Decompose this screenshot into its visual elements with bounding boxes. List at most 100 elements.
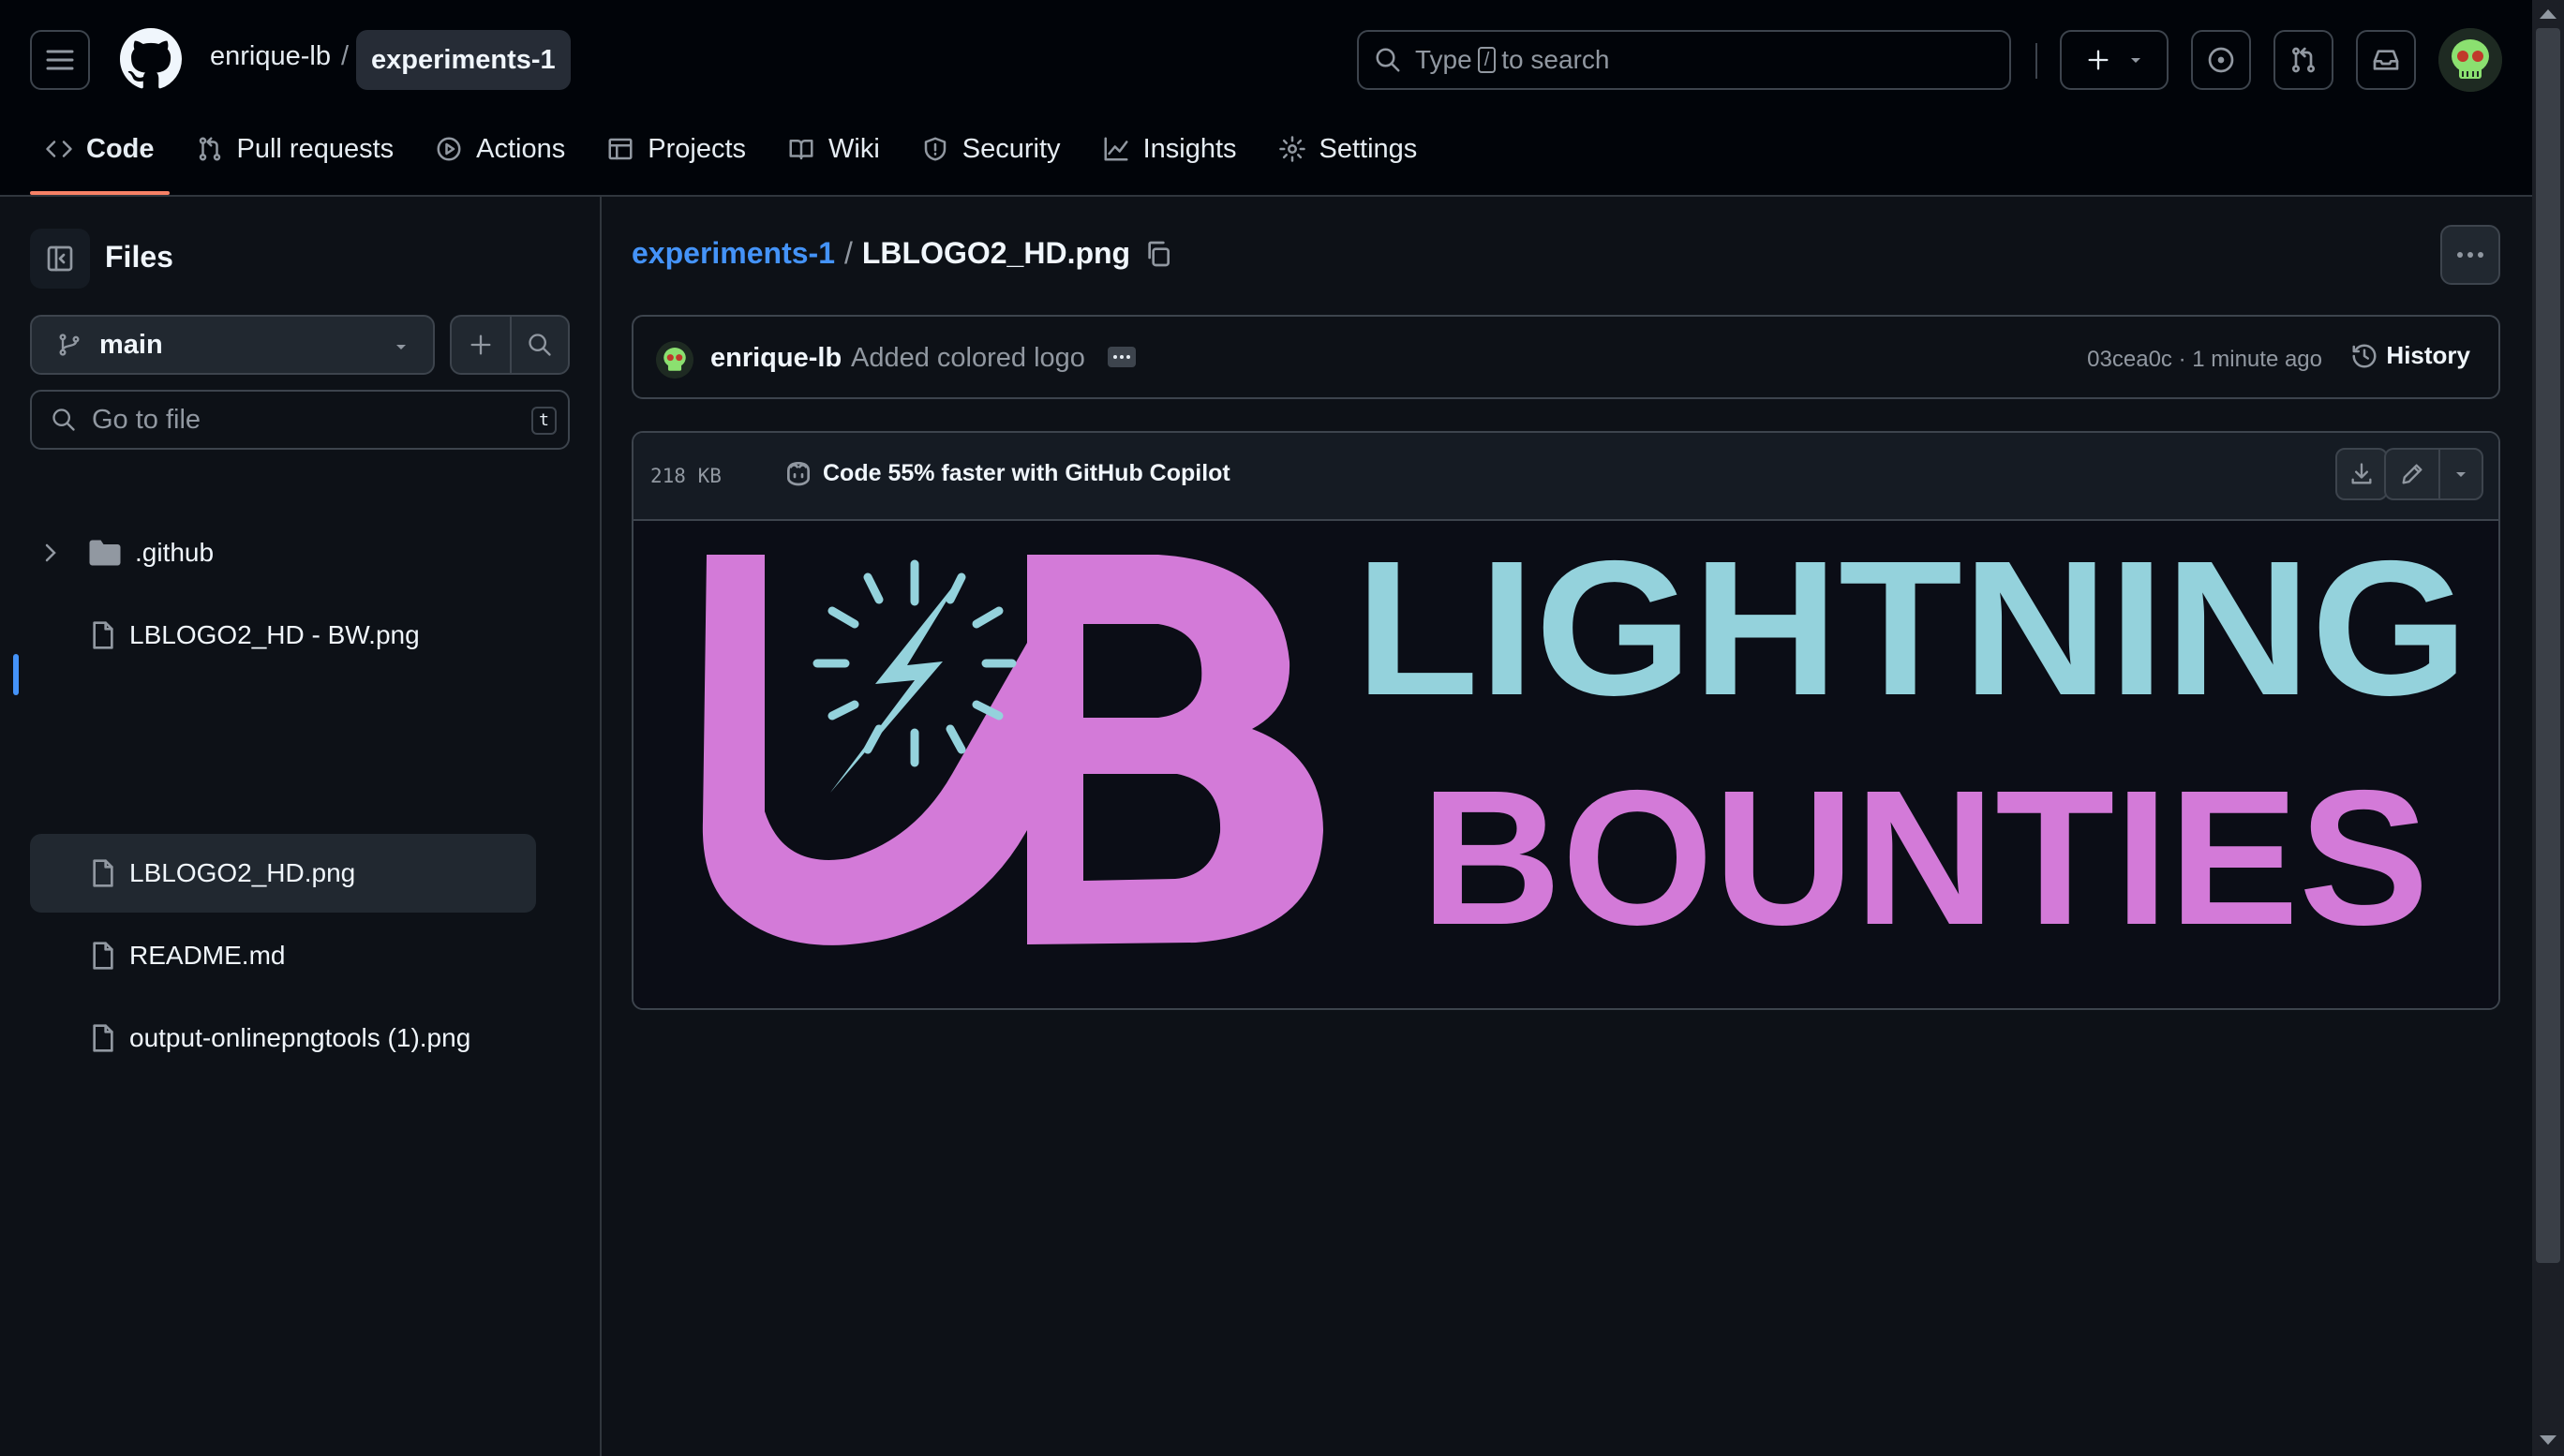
inbox-button[interactable]	[2356, 30, 2416, 90]
tree-item-file[interactable]: README.md	[30, 916, 536, 995]
tree-item-file[interactable]: output-onlinepngtools (1).png	[30, 999, 536, 1077]
tree-item-label: .github	[135, 538, 215, 567]
file-icon	[93, 621, 113, 649]
tree-item-file[interactable]: LBLOGO2_HD - BW.png	[30, 596, 536, 675]
file-tree-sidebar: Files main Go to file t .github LBLOGO2_…	[0, 197, 602, 1456]
tab-settings[interactable]: Settings	[1263, 112, 1433, 186]
copy-icon[interactable]	[1143, 239, 1173, 269]
more-options-button[interactable]	[2440, 225, 2500, 285]
download-icon	[2351, 463, 2372, 484]
pull-requests-button[interactable]	[2273, 30, 2333, 90]
tab-actions[interactable]: Actions	[420, 112, 580, 186]
history-button[interactable]: History	[2350, 341, 2470, 370]
search-placeholder-suffix: to search	[1501, 45, 1610, 74]
tab-label: Pull requests	[236, 133, 395, 164]
header-divider	[2035, 43, 2037, 79]
tab-label: Wiki	[828, 133, 880, 164]
lb-monogram	[702, 555, 1323, 945]
image-preview: LIGHTNING BOUNTIES	[634, 521, 2498, 1008]
breadcrumb-separator: /	[843, 236, 853, 270]
table-icon	[608, 138, 633, 160]
search-icon	[52, 409, 75, 431]
file-breadcrumb: experiments-1 / LBLOGO2_HD.png	[632, 236, 1173, 271]
tab-wiki[interactable]: Wiki	[772, 112, 895, 186]
go-to-file-input[interactable]: Go to file t	[30, 390, 570, 450]
repo-link[interactable]: experiments-1	[356, 30, 571, 90]
edit-menu-dropdown[interactable]	[2438, 448, 2483, 500]
chevron-right-icon	[45, 543, 56, 562]
file-icon	[93, 942, 113, 970]
play-icon	[437, 137, 461, 161]
history-label: History	[2386, 341, 2470, 369]
download-raw-button[interactable]	[2335, 448, 2388, 500]
search-input[interactable]: Type / to search	[1357, 30, 2011, 90]
tree-item-file-selected[interactable]: LBLOGO2_HD.png	[30, 834, 536, 913]
selected-indicator	[13, 654, 19, 695]
commit-author-link[interactable]: enrique-lb	[710, 343, 842, 374]
tab-pull-requests[interactable]: Pull requests	[181, 112, 410, 186]
tab-label: Settings	[1319, 133, 1418, 164]
avatar-skull-icon	[2438, 28, 2502, 92]
create-new-button[interactable]	[2060, 30, 2169, 90]
tree-item-label: output-onlinepngtools (1).png	[129, 1023, 471, 1052]
menu-button[interactable]	[30, 30, 90, 90]
go-to-file-shortcut: t	[531, 407, 557, 435]
file-size: 218 KB	[650, 465, 722, 487]
search-placeholder-prefix: Type	[1415, 45, 1472, 74]
commit-message[interactable]: Added colored logo	[851, 343, 1085, 374]
scroll-thumb[interactable]	[2536, 28, 2560, 1263]
pull-request-icon	[199, 137, 220, 161]
user-avatar[interactable]	[2438, 28, 2502, 92]
files-title: Files	[105, 240, 173, 274]
sidebar-collapse-icon	[47, 245, 73, 272]
branch-selector[interactable]: main	[30, 315, 435, 375]
tab-insights[interactable]: Insights	[1087, 112, 1252, 186]
owner-link[interactable]: enrique-lb	[210, 41, 331, 72]
issues-button[interactable]	[2191, 30, 2251, 90]
repo-nav-tabs: Code Pull requests Actions Projects Wiki…	[30, 120, 1443, 195]
lightning-bounties-logo: LIGHTNING BOUNTIES	[702, 521, 2468, 965]
latest-commit-bar: enrique-lb Added colored logo 03cea0c · …	[632, 315, 2500, 399]
copilot-promo-link[interactable]: Code 55% faster with GitHub Copilot	[783, 459, 1230, 487]
plus-icon	[2088, 50, 2109, 70]
global-header: enrique-lb / experiments-1 Type / to sea…	[0, 0, 2532, 197]
history-icon	[2352, 343, 2377, 367]
tab-label: Code	[86, 133, 155, 164]
pencil-icon	[2402, 464, 2422, 484]
edit-file-button[interactable]	[2384, 448, 2438, 500]
tree-item-label: LBLOGO2_HD.png	[129, 858, 356, 887]
github-logo-icon[interactable]	[120, 28, 182, 90]
breadcrumb-separator: /	[341, 41, 350, 71]
search-shortcut-key: /	[1477, 47, 1497, 73]
tab-code[interactable]: Code	[30, 112, 170, 195]
tab-security[interactable]: Security	[906, 112, 1076, 186]
tab-label: Insights	[1142, 133, 1237, 164]
breadcrumb-repo-link[interactable]: experiments-1	[632, 236, 835, 271]
folder-icon	[89, 540, 121, 566]
tree-item-label: LBLOGO2_HD - BW.png	[129, 620, 420, 649]
add-file-button[interactable]	[450, 315, 510, 375]
search-files-button[interactable]	[510, 315, 570, 375]
scroll-up-arrow[interactable]	[2540, 9, 2557, 19]
gear-icon	[1278, 136, 1305, 162]
pull-request-icon	[2292, 47, 2315, 73]
tab-projects[interactable]: Projects	[591, 112, 761, 186]
scroll-down-arrow[interactable]	[2540, 1435, 2557, 1445]
kebab-horizontal-icon	[2457, 252, 2483, 258]
search-icon	[1376, 48, 1400, 72]
search-icon	[529, 334, 551, 356]
file-header: 218 KB Code 55% faster with GitHub Copil…	[634, 433, 2498, 521]
graph-icon	[1104, 137, 1128, 161]
ellipsis-icon	[1113, 355, 1130, 359]
lightning-bolt	[830, 573, 963, 793]
collapse-sidebar-button[interactable]	[30, 229, 90, 289]
commit-author-avatar[interactable]	[656, 341, 693, 379]
commit-sha-and-time[interactable]: 03cea0c · 1 minute ago	[2087, 347, 2322, 373]
go-to-file-placeholder: Go to file	[92, 404, 201, 435]
breadcrumb-file-name: LBLOGO2_HD.png	[861, 236, 1131, 270]
triangle-down-icon	[396, 345, 406, 349]
commit-expand-button[interactable]	[1108, 347, 1136, 367]
shield-icon	[924, 137, 947, 161]
triangle-down-icon	[2131, 58, 2140, 63]
tree-item-folder[interactable]: .github	[30, 513, 536, 592]
